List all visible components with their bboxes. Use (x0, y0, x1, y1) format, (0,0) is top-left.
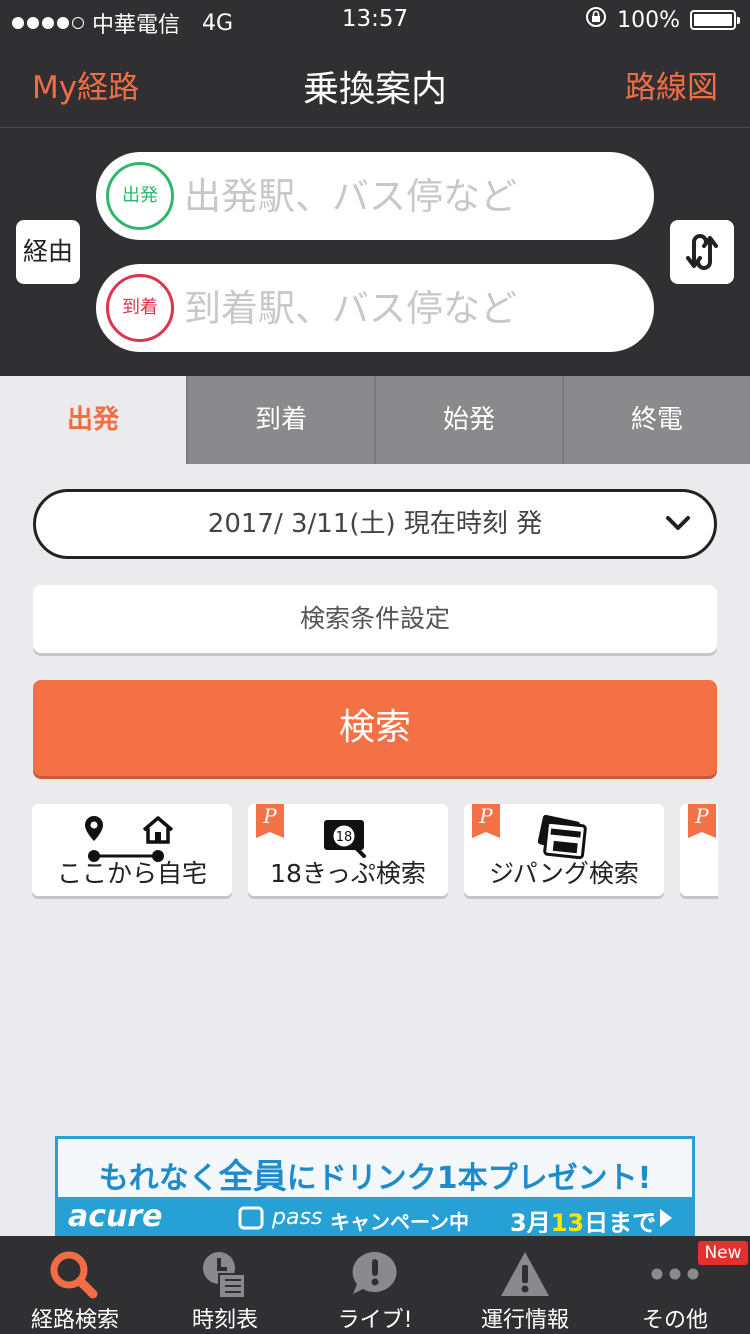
battery-percent: 100% (617, 7, 680, 33)
chevron-down-icon (664, 492, 692, 580)
tab-service-info[interactable]: 運行情報 (450, 1236, 600, 1334)
shortcut-partial[interactable]: P (680, 804, 718, 896)
tab-first-train[interactable]: 始発 (374, 376, 562, 464)
live-icon (300, 1248, 450, 1302)
tab-last-train[interactable]: 終電 (562, 376, 750, 464)
shortcut-label: ここから自宅 (56, 859, 207, 888)
ad-deadline: 3月13日まで (510, 1209, 657, 1236)
tab-timetable[interactable]: 時刻表 (150, 1236, 300, 1334)
to-station-input[interactable] (184, 278, 634, 338)
status-right: 100% (585, 6, 740, 34)
search-conditions-button[interactable]: 検索条件設定 (33, 585, 717, 653)
shortcut-home-route[interactable]: ここから自宅 (32, 804, 232, 896)
from-station-input[interactable] (184, 166, 634, 226)
swap-stations-button[interactable] (670, 220, 734, 284)
status-bar: 中華電信 4G 13:57 100% (0, 0, 750, 40)
tab-arrival[interactable]: 到着 (186, 376, 374, 464)
tab-label: 運行情報 (480, 1308, 569, 1333)
tab-departure[interactable]: 出発 (0, 376, 186, 464)
play-arrow-icon (658, 1207, 674, 1233)
tab-route-search[interactable]: 経路検索 (0, 1236, 150, 1334)
search-icon (0, 1248, 150, 1302)
tab-live[interactable]: ライブ! (300, 1236, 450, 1334)
tab-label: 時刻表 (191, 1308, 258, 1333)
my-route-button[interactable]: My経路 (32, 62, 139, 107)
to-badge: 到着 (106, 274, 174, 342)
ad-pass-text: pass (272, 1205, 323, 1230)
tab-label: 経路検索 (30, 1308, 119, 1333)
from-station-field[interactable]: 出発 (96, 152, 654, 240)
to-station-field[interactable]: 到着 (96, 264, 654, 352)
shortcut-label: 18きっぷ検索 (270, 859, 426, 888)
search-button[interactable]: 検索 (33, 680, 717, 776)
ad-pass-icon (238, 1206, 264, 1233)
shortcut-label: ジパング検索 (489, 859, 639, 888)
bottom-tab-bar: 経路検索 時刻表 ライブ! 運行情報 その他 (0, 1236, 750, 1334)
station-input-area: 経由 出発 到着 (0, 128, 750, 376)
via-button[interactable]: 経由 (16, 220, 80, 284)
battery-icon (690, 10, 740, 30)
warning-icon (450, 1248, 600, 1302)
route-map-button[interactable]: 路線図 (625, 62, 718, 107)
premium-badge-icon: P (688, 804, 716, 838)
svg-text:18: 18 (336, 830, 353, 845)
nav-bar: My経路 乗換案内 路線図 (0, 40, 750, 128)
shortcut-zipangu[interactable]: P ジパング検索 (464, 804, 664, 896)
search-type-tabs: 出発 到着 始発 終電 (0, 376, 750, 464)
swap-icon (670, 234, 734, 288)
ad-strip: acure pass キャンペーン中 3月13日まで (58, 1197, 692, 1236)
timetable-icon (150, 1248, 300, 1302)
ad-campaign-text: キャンペーン中 (330, 1210, 469, 1234)
datetime-selector[interactable]: 2017/ 3/11(土) 現在時刻 発 (33, 489, 717, 559)
ad-banner[interactable]: もれなく全員にドリンク1本プレゼント! acure pass キャンペーン中 3… (55, 1136, 695, 1236)
shortcut-18-ticket[interactable]: P 18 18きっぷ検索 (248, 804, 448, 896)
tab-label: ライブ! (337, 1308, 413, 1333)
shortcut-list: ここから自宅 P 18 18きっぷ検索 P ジパング検索 P (32, 804, 718, 900)
new-badge: New (698, 1241, 748, 1265)
datetime-value: 2017/ 3/11(土) 現在時刻 発 (207, 509, 543, 539)
ad-headline: もれなく全員にドリンク1本プレゼント! (98, 1157, 652, 1197)
from-badge: 出発 (106, 162, 174, 230)
tab-label: その他 (641, 1308, 708, 1333)
ad-brand-logo: acure (68, 1199, 163, 1234)
rotation-lock-icon (585, 6, 607, 34)
